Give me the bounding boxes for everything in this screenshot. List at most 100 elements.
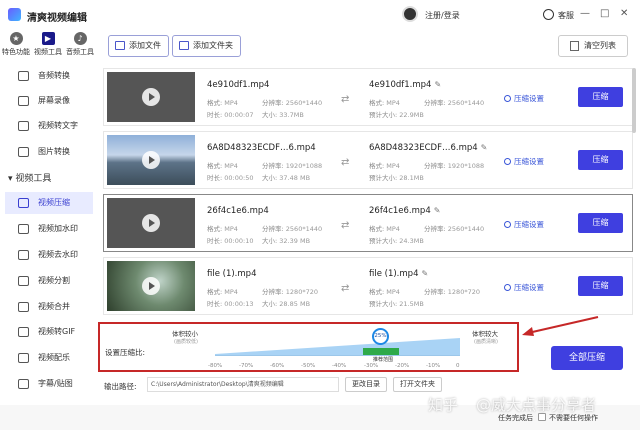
sidebar-item-audio-convert[interactable]: 音频转换 <box>5 65 93 87</box>
star-icon: ★ <box>9 32 23 45</box>
add-file-label: 添加文件 <box>129 41 161 50</box>
sidebar-item-label: 视频转GIF <box>38 327 76 336</box>
compress-button[interactable]: 压缩 <box>578 213 623 233</box>
tick-label: -40% <box>332 363 347 369</box>
sidebar-item-label: 视频配乐 <box>38 353 70 362</box>
sidebar-item-music[interactable]: 视频配乐 <box>5 347 93 369</box>
tab-featured-label: 特色功能 <box>2 48 30 56</box>
video-icon: ▶ <box>41 32 55 45</box>
compress-button[interactable]: 压缩 <box>578 150 623 170</box>
video-thumbnail[interactable] <box>107 72 195 122</box>
edit-icon[interactable]: ✎ <box>481 143 488 152</box>
sidebar-item-label: 音频转换 <box>38 71 70 80</box>
file-meta: 分辨率: 1920*1088 <box>262 162 323 170</box>
sidebar-item-to-gif[interactable]: 视频转GIF <box>5 321 93 343</box>
sidebar-item-label: 视频压缩 <box>38 198 70 207</box>
edit-icon[interactable]: ✎ <box>434 80 441 89</box>
close-button[interactable]: ✕ <box>620 8 628 20</box>
file-list: 4e910df1.mp4 格式: MP4 分辨率: 2560*1440 时长: … <box>100 68 640 318</box>
play-icon[interactable] <box>142 88 160 106</box>
compress-settings-link[interactable]: 压缩设置 <box>504 219 544 230</box>
compress-settings-link[interactable]: 压缩设置 <box>504 282 544 293</box>
compress-button[interactable]: 压缩 <box>578 276 623 296</box>
user-avatar[interactable] <box>402 6 418 22</box>
play-icon[interactable] <box>142 151 160 169</box>
clear-list-button[interactable]: 清空列表 <box>558 35 628 57</box>
compress-settings-link[interactable]: 压缩设置 <box>504 93 544 104</box>
title-bar: 清爽视频编辑 注册/登录 客服 — □ ✕ <box>0 0 640 30</box>
tick-label: -20% <box>395 363 410 369</box>
music-note-icon <box>18 353 29 363</box>
sidebar-item-label: 字幕/贴图 <box>38 379 73 388</box>
file-meta: 格式: MP4 <box>207 225 238 233</box>
sidebar-item-subtitles[interactable]: 字幕/贴图 <box>5 373 93 395</box>
output-meta: 格式: MP4 <box>369 162 400 170</box>
change-directory-button[interactable]: 更改目录 <box>345 377 387 392</box>
play-icon[interactable] <box>142 277 160 295</box>
compression-ratio-label: 设置压缩比: <box>105 348 146 357</box>
compress-settings-link[interactable]: 压缩设置 <box>504 156 544 167</box>
file-row[interactable]: 4e910df1.mp4 格式: MP4 分辨率: 2560*1440 时长: … <box>103 68 633 126</box>
edit-icon[interactable]: ✎ <box>434 206 441 215</box>
file-list-scrollbar[interactable] <box>632 68 636 133</box>
output-meta: 预计大小: 28.1MB <box>369 174 424 182</box>
merge-icon <box>18 302 29 312</box>
sidebar-item-image-convert[interactable]: 图片转换 <box>5 141 93 163</box>
edit-icon[interactable]: ✎ <box>421 269 428 278</box>
compress-all-button[interactable]: 全部压缩 <box>551 346 623 370</box>
headset-icon[interactable] <box>543 9 554 20</box>
file-row[interactable]: file (1).mp4 格式: MP4 分辨率: 1280*720 时长: 0… <box>103 257 633 315</box>
sidebar-item-label: 视频加水印 <box>38 224 78 233</box>
app-logo-icon <box>8 8 21 21</box>
file-meta: 分辨率: 2560*1440 <box>262 99 323 107</box>
file-row[interactable]: 26f4c1e6.mp4 格式: MP4 分辨率: 2560*1440 时长: … <box>103 194 633 252</box>
screen-record-icon <box>18 96 29 106</box>
login-link[interactable]: 注册/登录 <box>425 10 460 21</box>
smaller-size-sublabel: (画质较低) <box>174 339 198 345</box>
file-name: file (1).mp4 <box>207 269 257 279</box>
tab-video-tools[interactable]: ▶ 视频工具 <box>32 32 64 57</box>
sidebar-item-remove-watermark[interactable]: 视频去水印 <box>5 244 93 266</box>
output-path-label: 输出路径: <box>104 382 137 391</box>
recommended-range-label: 推荐范围 <box>373 357 394 363</box>
sidebar-item-add-watermark[interactable]: 视频加水印 <box>5 218 93 240</box>
open-folder-button[interactable]: 打开文件夹 <box>393 377 442 392</box>
watermark-author: @威大点事分享者 <box>476 396 597 414</box>
tab-featured[interactable]: ★ 特色功能 <box>0 32 32 57</box>
sidebar-item-video-compress[interactable]: 视频压缩 <box>5 192 93 214</box>
image-icon <box>18 147 29 157</box>
file-meta: 大小: 33.7MB <box>262 111 304 119</box>
service-link[interactable]: 客服 <box>558 10 574 21</box>
add-folder-button[interactable]: 添加文件夹 <box>172 35 241 57</box>
video-thumbnail[interactable] <box>107 198 195 248</box>
video-thumbnail[interactable] <box>107 135 195 185</box>
text-icon <box>18 121 29 131</box>
video-thumbnail[interactable] <box>107 261 195 311</box>
sidebar-item-video-to-text[interactable]: 视频转文字 <box>5 115 93 137</box>
output-meta: 预计大小: 22.9MB <box>369 111 424 119</box>
add-file-button[interactable]: 添加文件 <box>108 35 169 57</box>
sidebar-item-merge[interactable]: 视频合并 <box>5 296 93 318</box>
compression-slider-track[interactable] <box>215 338 460 356</box>
tab-audio-tools[interactable]: ♪ 音频工具 <box>64 32 96 57</box>
sidebar-group-video-tools[interactable]: ▾ 视频工具 <box>8 171 51 184</box>
tab-video-tools-label: 视频工具 <box>34 48 62 56</box>
larger-size-label: 体积较大 <box>472 330 498 338</box>
file-meta: 格式: MP4 <box>207 288 238 296</box>
output-name: 6A8D48323ECDF…6.mp4 ✎ <box>369 143 488 153</box>
file-meta: 大小: 28.85 MB <box>262 300 311 308</box>
file-row[interactable]: 6A8D48323ECDF…6.mp4 格式: MP4 分辨率: 1920*10… <box>103 131 633 189</box>
shuffle-icon: ⇄ <box>341 283 350 294</box>
split-icon <box>18 276 29 286</box>
compression-slider-knob[interactable]: 25% <box>372 328 389 345</box>
play-icon[interactable] <box>142 214 160 232</box>
sidebar-item-screen-record[interactable]: 屏幕录像 <box>5 90 93 112</box>
output-path-field[interactable]: C:\Users\Administrator\Desktop\清爽视频编辑 <box>147 377 339 392</box>
gear-icon <box>504 158 511 165</box>
output-meta: 预计大小: 24.3MB <box>369 237 424 245</box>
maximize-button[interactable]: □ <box>600 8 609 20</box>
minimize-button[interactable]: — <box>580 8 590 20</box>
sidebar-item-split[interactable]: 视频分割 <box>5 270 93 292</box>
watermark-site: 知乎 <box>428 396 459 414</box>
compress-button[interactable]: 压缩 <box>578 87 623 107</box>
